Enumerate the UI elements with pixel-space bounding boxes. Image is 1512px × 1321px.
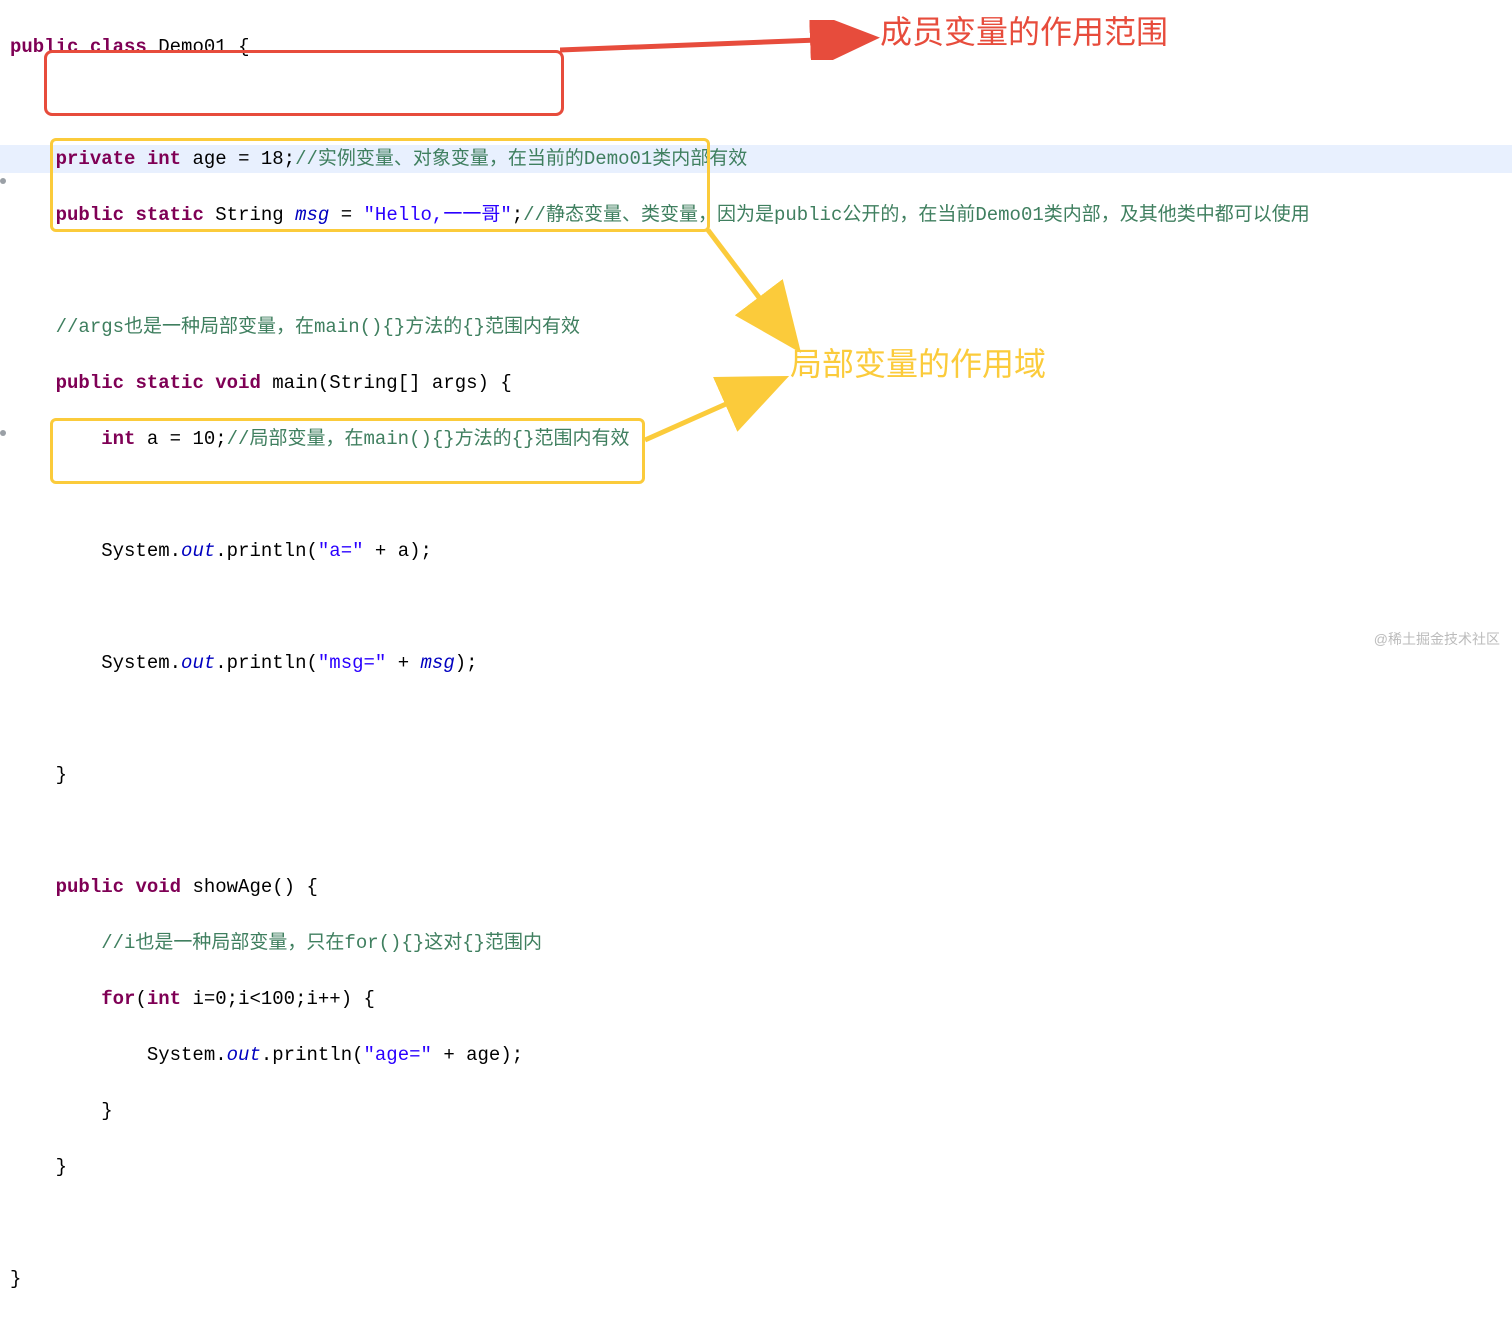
expr: + age); [432, 1044, 523, 1066]
type-string: String [204, 204, 295, 226]
decl-age: age = 18; [181, 148, 295, 170]
kw-public: public [56, 204, 124, 226]
field-msg: msg [295, 204, 329, 226]
main-signature: main(String[] args) { [261, 372, 512, 394]
string-literal: "age=" [364, 1044, 432, 1066]
showAge-signature: showAge() { [181, 876, 318, 898]
out: out [181, 652, 215, 674]
brace-close: } [56, 1156, 67, 1178]
label-local-scope: 局部变量的作用域 [790, 350, 1046, 378]
for-header: i=0;i<100;i++) { [181, 988, 375, 1010]
brace-close: } [10, 1268, 21, 1290]
comment-args: //args也是一种局部变量，在main(){}方法的{}范围内有效 [56, 316, 580, 338]
kw-class: class [90, 36, 147, 58]
kw-public: public [10, 36, 78, 58]
kw-void: void [135, 876, 181, 898]
string-literal: "a=" [318, 540, 364, 562]
kw-static: static [135, 204, 203, 226]
kw-int: int [147, 148, 181, 170]
out: out [227, 1044, 261, 1066]
println: .println( [215, 652, 318, 674]
plus: + [386, 652, 420, 674]
semicolon: ; [512, 204, 523, 226]
label-member-scope: 成员变量的作用范围 [880, 18, 1168, 46]
field-msg: msg [421, 652, 455, 674]
comment-instance-var: //实例变量、对象变量，在当前的Demo01类内部有效 [295, 148, 747, 170]
kw-public: public [56, 372, 124, 394]
kw-static: static [135, 372, 203, 394]
comment-static-var: //静态变量、类变量，因为是public公开的，在当前Demo01类内部，及其他… [523, 204, 1310, 226]
comment-i-var: //i也是一种局部变量，只在for(){}这对{}范围内 [101, 932, 542, 954]
kw-int: int [147, 988, 181, 1010]
gutter-marker [0, 430, 6, 436]
class-name: Demo01 { [158, 36, 249, 58]
kw-for: for [101, 988, 135, 1010]
paren: ( [135, 988, 146, 1010]
sys: System. [101, 652, 181, 674]
code-block: public class Demo01 { private int age = … [10, 5, 1310, 1321]
expr: + a); [364, 540, 432, 562]
out: out [181, 540, 215, 562]
gutter-marker [0, 178, 6, 184]
brace-close: } [56, 764, 67, 786]
watermark: @稀土掘金技术社区 [1374, 625, 1500, 653]
string-literal: "Hello,一一哥" [364, 204, 512, 226]
sys: System. [101, 540, 181, 562]
kw-public: public [56, 876, 124, 898]
brace-close: } [101, 1100, 112, 1122]
println: .println( [261, 1044, 364, 1066]
decl-a: a = 10; [135, 428, 226, 450]
eq: = [329, 204, 363, 226]
comment-local-var: //局部变量，在main(){}方法的{}范围内有效 [227, 428, 630, 450]
sys: System. [147, 1044, 227, 1066]
end: ); [455, 652, 478, 674]
kw-private: private [56, 148, 136, 170]
println: .println( [215, 540, 318, 562]
kw-int: int [101, 428, 135, 450]
kw-void: void [215, 372, 261, 394]
string-literal: "msg=" [318, 652, 386, 674]
